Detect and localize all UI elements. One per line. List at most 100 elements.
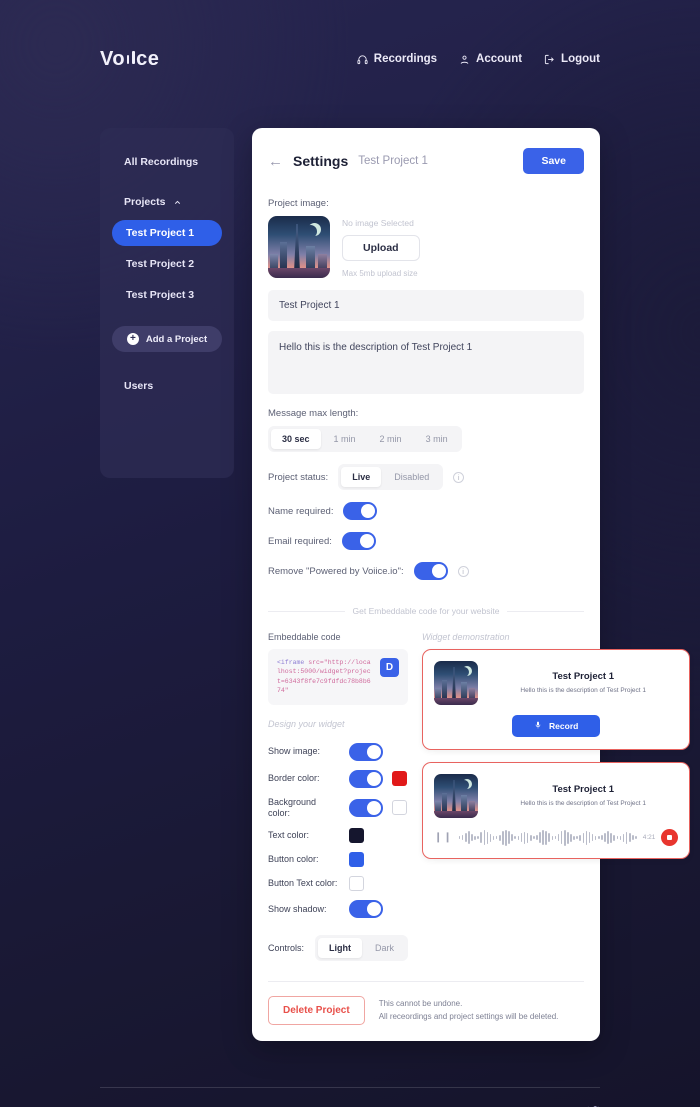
controls-option-light[interactable]: Light xyxy=(317,938,362,959)
text-color-swatch[interactable] xyxy=(349,828,364,844)
logo-text-start: Vo xyxy=(100,47,126,70)
embeddable-code-box: <iframe src="http://localhost:5000/widge… xyxy=(268,649,408,705)
widget-texts: Test Project 1 Hello this is the descrip… xyxy=(488,784,678,808)
nav-logout[interactable]: Logout xyxy=(544,53,600,65)
controls-label: Controls: xyxy=(268,942,305,953)
design-section-label: Design your widget xyxy=(268,718,345,729)
delete-project-row: Delete Project This cannot be undone. Al… xyxy=(268,996,584,1026)
button-color-swatch[interactable] xyxy=(349,852,364,868)
remove-branding-toggle[interactable] xyxy=(413,562,448,580)
logout-icon xyxy=(544,54,555,65)
delete-project-button[interactable]: Delete Project xyxy=(268,996,365,1026)
add-project-button[interactable]: + Add a Project xyxy=(112,326,222,352)
name-required-toggle[interactable] xyxy=(343,502,378,520)
project-status-row: Project status: Live Disabled i xyxy=(268,464,584,490)
widget-description: Hello this is the description of Test Pr… xyxy=(520,799,646,807)
add-project-label: Add a Project xyxy=(145,333,208,345)
moon-icon xyxy=(462,779,472,789)
border-color-swatch[interactable] xyxy=(392,771,407,787)
project-image-row: No image Selected Upload Max 5mb upload … xyxy=(268,216,584,278)
name-required-row: Name required: xyxy=(268,502,584,520)
length-option-30-sec[interactable]: 30 sec xyxy=(271,429,321,449)
copy-icon[interactable]: D xyxy=(380,658,399,677)
pause-icon[interactable]: ❙❙ xyxy=(434,832,453,843)
max-upload-size-text: Max 5mb upload size xyxy=(342,269,418,278)
record-button[interactable]: Record xyxy=(512,715,601,737)
settings-header: ← Settings Test Project 1 Save xyxy=(252,128,600,184)
record-button-label: Record xyxy=(549,721,579,731)
divider xyxy=(268,981,584,983)
back-arrow-icon[interactable]: ← xyxy=(268,154,283,169)
nav-recordings[interactable]: Recordings xyxy=(357,53,437,65)
widget-top-record: Test Project 1 Hello this is the descrip… xyxy=(434,661,678,705)
show-image-toggle[interactable] xyxy=(349,742,383,761)
length-option-3-min[interactable]: 3 min xyxy=(415,429,459,449)
status-option-disabled[interactable]: Disabled xyxy=(383,467,440,487)
chevron-up-icon xyxy=(173,198,182,207)
sidebar-users-label: Users xyxy=(124,380,154,392)
background-color-swatch[interactable] xyxy=(392,800,407,816)
background-color-toggle[interactable] xyxy=(349,798,383,817)
widget-title: Test Project 1 xyxy=(552,670,614,682)
audio-player: ❙❙ 4:21 xyxy=(434,829,679,846)
app-logo[interactable]: Vo ce xyxy=(100,48,159,71)
button-text-color-swatch[interactable] xyxy=(349,876,364,892)
upload-button[interactable]: Upload xyxy=(342,235,420,261)
no-image-selected-text: No image Selected xyxy=(342,218,414,228)
remove-branding-label: Remove "Powered by Voiice.io": xyxy=(268,565,404,577)
waveform[interactable] xyxy=(458,829,637,846)
widget-thumbnail xyxy=(434,774,478,818)
page-title: Settings xyxy=(293,153,349,169)
show-shadow-label: Show shadow: xyxy=(268,903,327,914)
project-status-segmented-control: Live Disabled xyxy=(338,464,444,490)
site-header: Vo ce Recordings Account Logout xyxy=(0,0,700,118)
email-required-toggle[interactable] xyxy=(341,532,376,550)
controls-segmented-control: Light Dark xyxy=(314,935,408,962)
headphones-icon xyxy=(357,54,368,65)
button-text-color-label: Button Text color: xyxy=(268,878,338,889)
sidebar-item-test-project-1[interactable]: Test Project 1 xyxy=(112,220,222,246)
info-icon[interactable]: i xyxy=(457,565,469,577)
info-icon[interactable]: i xyxy=(453,471,465,483)
length-option-2-min[interactable]: 2 min xyxy=(369,429,413,449)
button-color-label: Button color: xyxy=(268,854,319,865)
border-color-row: Border color: xyxy=(268,769,408,788)
button-color-row: Button color: xyxy=(268,852,408,868)
controls-option-dark[interactable]: Dark xyxy=(364,938,405,958)
page-layout: All Recordings Projects Test Project 1 T… xyxy=(0,118,700,1042)
project-name-input[interactable] xyxy=(268,290,584,321)
sidebar-item-test-project-2[interactable]: Test Project 2 xyxy=(112,251,222,277)
status-option-live[interactable]: Live xyxy=(341,467,382,487)
sidebar-item-users[interactable]: Users xyxy=(112,374,222,398)
nav-account-label: Account xyxy=(476,53,523,65)
embeddable-code-text[interactable]: <iframe src="http://localhost:5000/widge… xyxy=(277,658,374,696)
embed-and-demo-columns: Embeddable code <iframe src="http://loca… xyxy=(268,632,691,962)
project-image-thumbnail xyxy=(268,216,330,278)
logo-text-end: ce xyxy=(136,47,160,70)
button-text-color-row: Button Text color: xyxy=(268,876,408,892)
save-button[interactable]: Save xyxy=(523,148,584,174)
stop-icon[interactable] xyxy=(661,829,679,846)
project-image-label: Project image: xyxy=(268,198,329,209)
sidebar: All Recordings Projects Test Project 1 T… xyxy=(100,128,234,478)
length-option-1-min[interactable]: 1 min xyxy=(323,429,367,449)
delete-note-line-2: All receordings and project settings wil… xyxy=(378,1011,559,1021)
show-shadow-row: Show shadow: xyxy=(268,900,408,919)
show-shadow-toggle[interactable] xyxy=(349,900,383,919)
widget-top-player: Test Project 1 Hello this is the descrip… xyxy=(434,774,678,818)
sidebar-projects-group[interactable]: Projects xyxy=(112,190,222,214)
embed-divider: Get Embeddable code for your website xyxy=(268,606,584,616)
project-description-textarea[interactable] xyxy=(268,331,584,394)
logo-bar-icon xyxy=(126,54,130,64)
sidebar-item-test-project-3[interactable]: Test Project 3 xyxy=(112,282,222,308)
name-required-label: Name required: xyxy=(268,505,334,517)
audio-time: 4:21 xyxy=(642,834,656,841)
nav-account[interactable]: Account xyxy=(459,53,522,65)
border-color-toggle[interactable] xyxy=(349,769,383,788)
user-icon xyxy=(459,54,470,65)
message-length-segmented-control: 30 sec 1 min 2 min 3 min xyxy=(268,426,462,452)
plus-circle-icon: + xyxy=(126,333,139,345)
message-max-length-label: Message max length: xyxy=(268,408,359,419)
sidebar-item-all-recordings[interactable]: All Recordings xyxy=(112,150,222,174)
sidebar-all-recordings-label: All Recordings xyxy=(124,156,199,168)
